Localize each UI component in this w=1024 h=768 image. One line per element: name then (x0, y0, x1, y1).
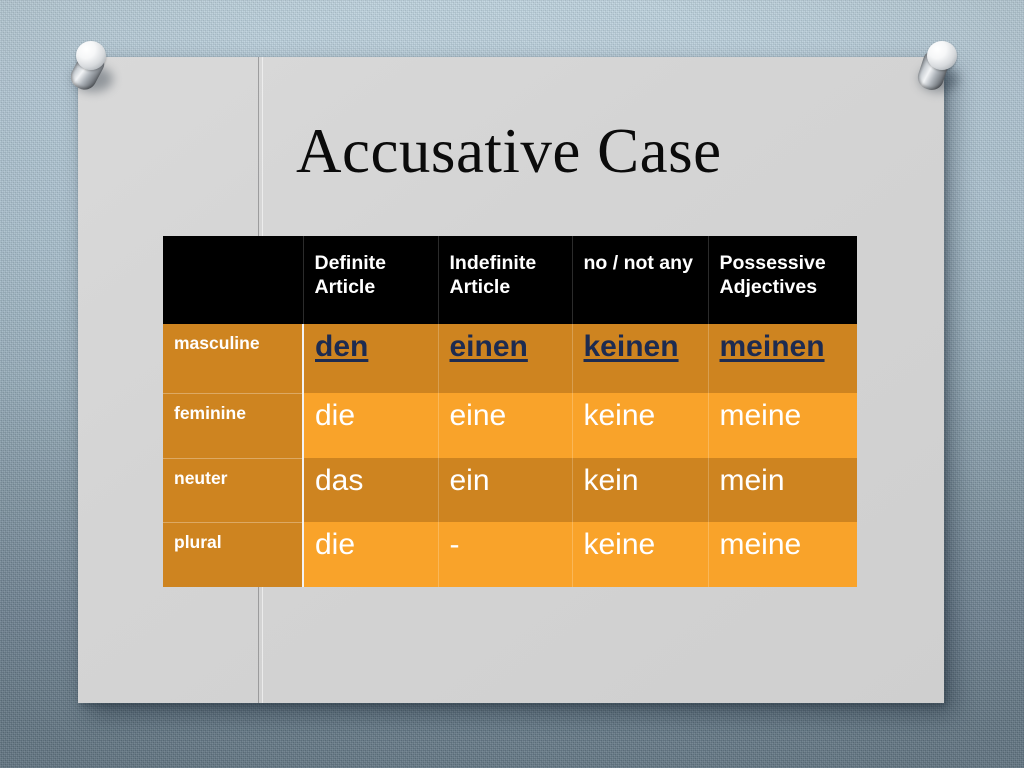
cell-feminine-negative: keine (572, 393, 709, 458)
table-row-feminine: feminine die eine keine meine (163, 392, 857, 458)
table-header-possessive-adjectives: Possessive Adjectives (708, 236, 857, 324)
row-label-feminine: feminine (163, 392, 304, 458)
cell-masculine-negative: keinen (572, 324, 709, 393)
table-header-row: Definite Article Indefinite Article no /… (163, 236, 857, 324)
row-label-plural: plural (163, 521, 304, 587)
table-header-corner (163, 236, 304, 324)
slide-sheet: Accusative Case Definite Article Indefin… (78, 57, 944, 703)
page-title: Accusative Case (296, 116, 722, 186)
cell-plural-negative: keine (572, 522, 709, 587)
cell-plural-indefinite: - (438, 522, 573, 587)
table-row-plural: plural die - keine meine (163, 521, 857, 587)
cell-plural-definite: die (303, 522, 439, 587)
pushpin-left-head (76, 41, 106, 70)
row-label-masculine: masculine (163, 324, 304, 393)
cell-neuter-possessive: mein (708, 458, 857, 522)
cell-neuter-negative: kein (572, 458, 709, 522)
cell-feminine-possessive: meine (708, 393, 857, 458)
cell-masculine-indefinite: einen (438, 324, 573, 393)
pushpin-left-icon (62, 36, 120, 98)
table-header-definite-article: Definite Article (303, 236, 439, 324)
pushpin-right-icon (908, 36, 966, 98)
cell-plural-possessive: meine (708, 522, 857, 587)
row-label-neuter: neuter (163, 457, 304, 522)
declension-table: Definite Article Indefinite Article no /… (163, 236, 857, 587)
cell-masculine-definite: den (303, 324, 439, 393)
cell-masculine-possessive: meinen (708, 324, 857, 393)
table-header-no-not-any: no / not any (572, 236, 709, 324)
cell-neuter-indefinite: ein (438, 458, 573, 522)
declension-table-wrapper: Definite Article Indefinite Article no /… (163, 236, 857, 587)
cell-feminine-definite: die (303, 393, 439, 458)
table-header-indefinite-article: Indefinite Article (438, 236, 573, 324)
cell-feminine-indefinite: eine (438, 393, 573, 458)
pushpin-right-head (927, 41, 957, 70)
table-row-masculine: masculine den einen keinen meinen (163, 324, 857, 393)
cell-neuter-definite: das (303, 458, 439, 522)
table-row-neuter: neuter das ein kein mein (163, 457, 857, 522)
